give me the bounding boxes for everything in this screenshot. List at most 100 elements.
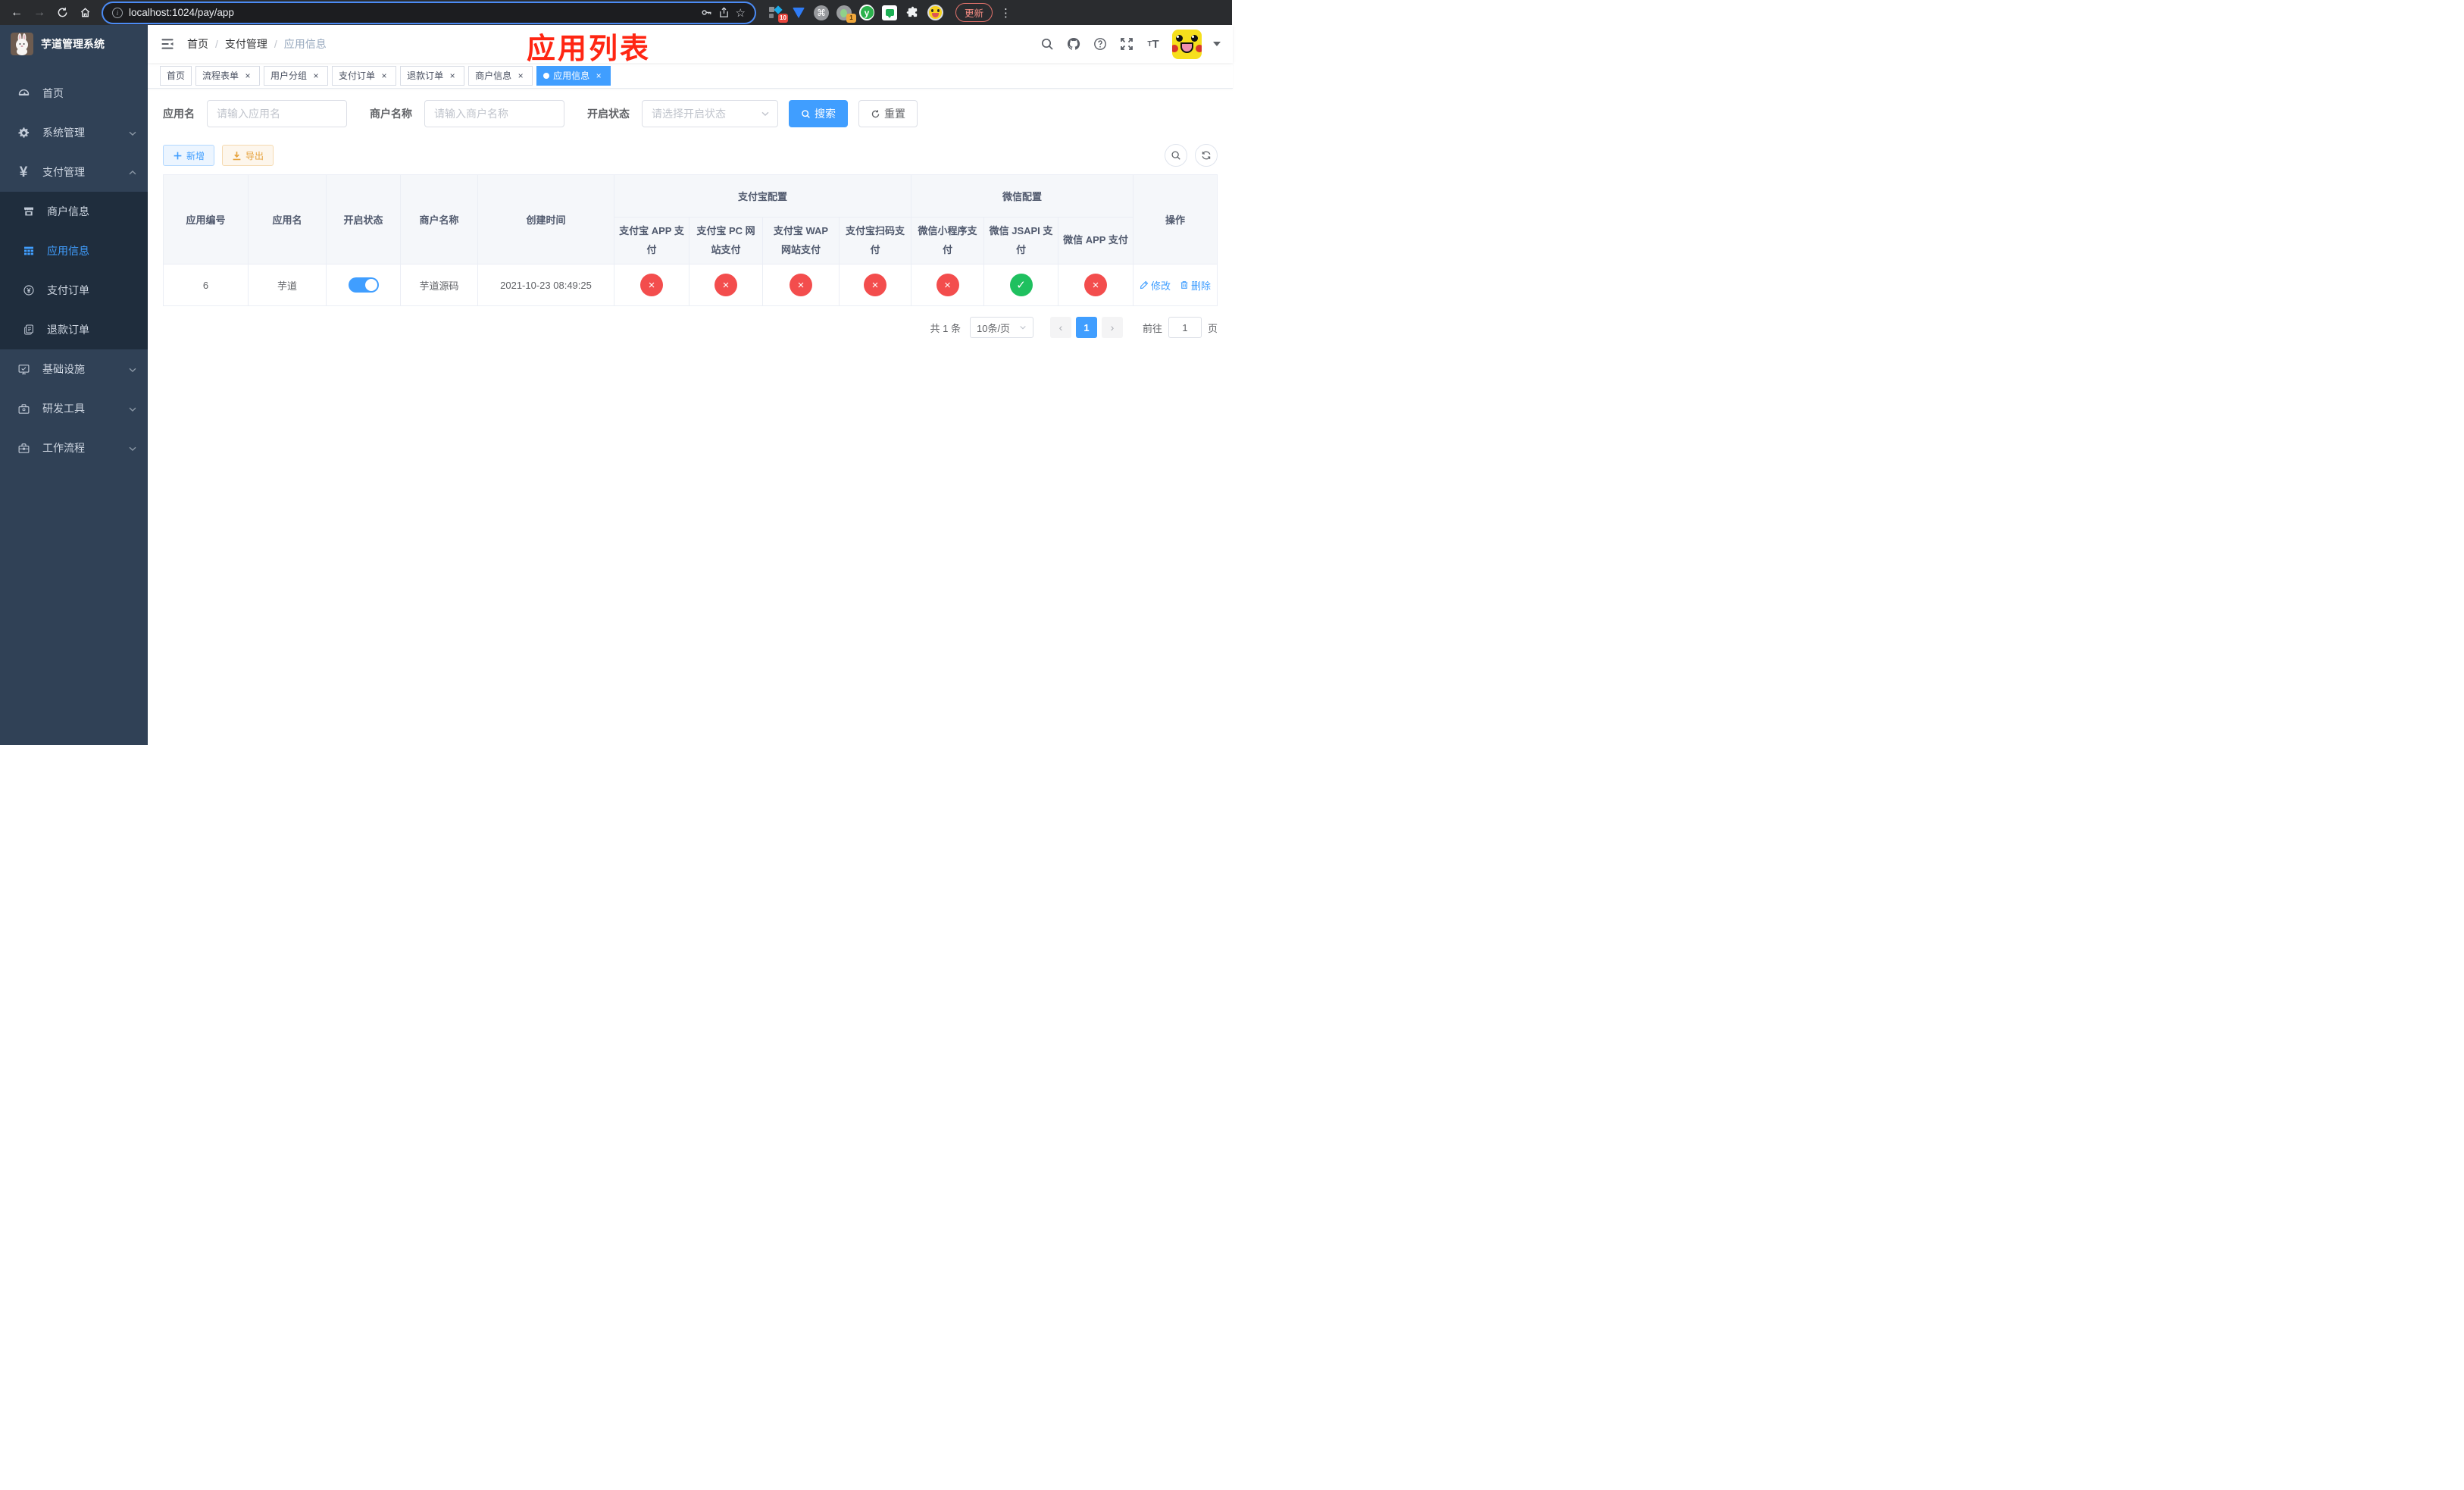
hamburger-icon[interactable] <box>160 36 175 52</box>
sidebar-item-label: 基础设施 <box>42 363 85 375</box>
status-cross-icon: × <box>864 274 886 297</box>
close-icon[interactable] <box>379 70 389 81</box>
breadcrumb-current: 应用信息 <box>283 38 327 50</box>
reload-icon[interactable] <box>53 4 71 22</box>
close-icon[interactable] <box>515 70 526 81</box>
fullscreen-icon[interactable] <box>1119 36 1134 52</box>
col-header-app-id: 应用编号 <box>163 174 249 265</box>
table-row: 6 芋道 芋道源码 2021-10-23 08:49:25 × × × × × … <box>163 264 1218 307</box>
chevron-down-icon <box>1020 326 1026 330</box>
sidebar-item-label: 退款订单 <box>47 324 89 336</box>
caret-down-icon[interactable] <box>1213 42 1221 46</box>
sidebar-item-pay-order[interactable]: 支付订单 <box>0 271 148 310</box>
sidebar-logo[interactable]: 芋道管理系统 <box>0 25 148 63</box>
plus-icon <box>174 152 182 159</box>
sidebar-item-workflow[interactable]: 工作流程 <box>0 428 148 468</box>
app-name-input[interactable] <box>207 100 347 127</box>
col-header-alipay-wap: 支付宝 WAP 网站支付 <box>762 216 840 265</box>
tab-home[interactable]: 首页 <box>160 65 192 86</box>
camera-extension-icon[interactable]: 1 <box>836 5 856 23</box>
goto-page-input[interactable] <box>1168 317 1202 339</box>
col-header-wechat-app: 微信 APP 支付 <box>1058 216 1134 265</box>
gem-extension-icon[interactable] <box>791 5 806 20</box>
export-button[interactable]: 导出 <box>222 145 274 166</box>
close-icon[interactable] <box>593 70 604 81</box>
command-extension-icon[interactable] <box>814 5 829 20</box>
bookmark-star-icon[interactable] <box>736 6 746 20</box>
edit-button[interactable]: 修改 <box>1140 278 1171 293</box>
monitor-icon <box>15 363 32 376</box>
sidebar-item-label: 系统管理 <box>42 127 85 139</box>
font-size-icon[interactable]: TT <box>1146 36 1161 52</box>
sidebar-item-devtools[interactable]: 研发工具 <box>0 389 148 428</box>
key-icon[interactable] <box>701 7 712 18</box>
more-menu-icon[interactable] <box>1000 6 1012 20</box>
github-icon[interactable] <box>1066 36 1081 52</box>
delete-button[interactable]: 删除 <box>1180 278 1211 293</box>
chat-extension-icon[interactable] <box>882 5 897 20</box>
prev-page-button[interactable] <box>1049 317 1071 339</box>
tab-user-group[interactable]: 用户分组 <box>264 65 329 86</box>
cell-status <box>326 264 401 307</box>
sidebar-item-home[interactable]: 首页 <box>0 74 148 113</box>
chevron-down-icon <box>128 365 137 374</box>
address-bar[interactable]: i localhost:1024/pay/app <box>103 2 755 23</box>
profile-avatar[interactable] <box>927 5 943 20</box>
tab-process-form[interactable]: 流程表单 <box>195 65 261 86</box>
document-icon <box>21 324 36 336</box>
status-cross-icon: × <box>790 274 812 297</box>
avatar[interactable] <box>1172 29 1202 59</box>
breadcrumb: 首页 支付管理 应用信息 <box>187 36 327 52</box>
close-icon[interactable] <box>311 70 321 81</box>
sidebar-item-pay[interactable]: ¥ 支付管理 <box>0 152 148 192</box>
tab-merchant-info[interactable]: 商户信息 <box>468 65 533 86</box>
tab-pay-order[interactable]: 支付订单 <box>332 65 397 86</box>
url-text[interactable]: localhost:1024/pay/app <box>129 7 695 18</box>
back-icon[interactable]: ← <box>8 4 26 22</box>
toggle-search-button[interactable] <box>1165 144 1188 167</box>
refresh-button[interactable] <box>1195 144 1218 167</box>
add-button[interactable]: 新增 <box>163 145 215 166</box>
next-page-button[interactable] <box>1101 317 1123 339</box>
sidebar-item-app-info[interactable]: 应用信息 <box>0 231 148 271</box>
search-icon[interactable] <box>1040 36 1055 52</box>
page-suffix-label: 页 <box>1208 322 1218 334</box>
sidebar-item-refund-order[interactable]: 退款订单 <box>0 310 148 349</box>
reset-button[interactable]: 重置 <box>858 100 918 127</box>
browser-update-button[interactable]: 更新 <box>955 3 993 22</box>
tab-refund-order[interactable]: 退款订单 <box>400 65 465 86</box>
tab-app-info[interactable]: 应用信息 <box>536 65 611 86</box>
tab-label: 应用信息 <box>553 70 590 81</box>
cell-wechat-app: × <box>1058 264 1134 307</box>
extensions-puzzle-icon[interactable] <box>905 5 920 20</box>
tags-view: 首页 流程表单 用户分组 支付订单 退款订单 商户信息 <box>148 63 1234 89</box>
sidebar-item-infra[interactable]: 基础设施 <box>0 349 148 389</box>
help-icon[interactable] <box>1093 36 1108 52</box>
search-button[interactable]: 搜索 <box>789 100 848 127</box>
forward-icon[interactable]: → <box>30 4 48 22</box>
sidebar-item-system[interactable]: 系统管理 <box>0 113 148 152</box>
yudao-extension-icon[interactable]: y <box>859 5 874 20</box>
page-size-select[interactable]: 10条/页 <box>969 317 1033 339</box>
share-icon[interactable] <box>718 7 730 18</box>
breadcrumb-pay[interactable]: 支付管理 <box>225 36 267 52</box>
close-icon[interactable] <box>447 70 458 81</box>
sidebar-item-label: 支付订单 <box>47 284 89 296</box>
cell-wechat-jsapi: ✓ <box>983 264 1059 307</box>
sidebar-item-merchant-info[interactable]: 商户信息 <box>0 192 148 231</box>
page-number-button[interactable]: 1 <box>1075 317 1097 339</box>
status-toggle[interactable] <box>348 277 379 293</box>
grid-extension-icon[interactable]: 10 <box>768 5 788 23</box>
breadcrumb-home[interactable]: 首页 <box>187 36 208 52</box>
extension-badge: 1 <box>846 13 856 23</box>
close-icon[interactable] <box>242 70 253 81</box>
top-navbar: 首页 支付管理 应用信息 TT <box>148 25 1234 63</box>
status-select[interactable]: 请选择开启状态 <box>642 100 778 127</box>
merchant-name-input[interactable] <box>424 100 564 127</box>
app-table: 应用编号 应用名 开启状态 商户名称 创建时间 支付宝配置 微信配置 操作 支付… <box>163 174 1218 307</box>
info-icon[interactable]: i <box>112 7 123 18</box>
page-content: 应用名 商户名称 开启状态 请选择开启状态 搜索 重置 <box>148 89 1233 745</box>
home-icon[interactable] <box>76 4 94 22</box>
pencil-icon <box>1140 281 1149 290</box>
tab-label: 流程表单 <box>202 70 239 81</box>
